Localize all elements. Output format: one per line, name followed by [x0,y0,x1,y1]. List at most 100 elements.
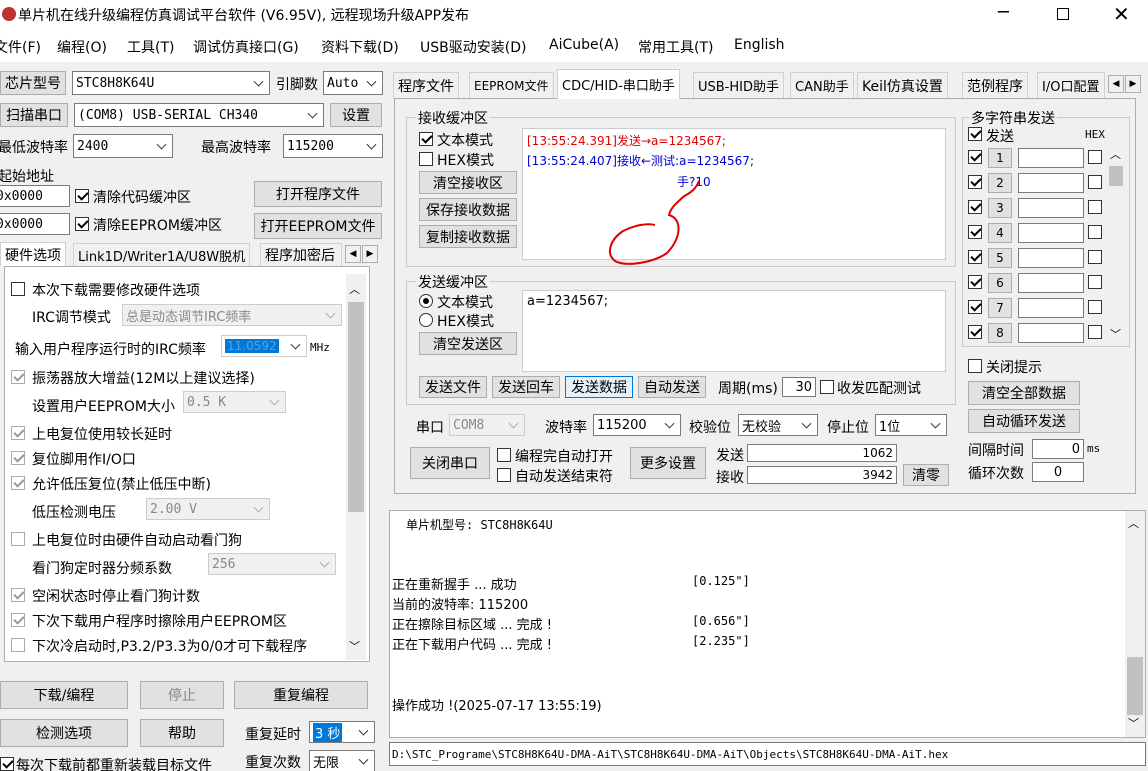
close-tip-checkbox[interactable] [968,359,982,373]
close-icon[interactable]: ✕ [1113,2,1130,26]
multi-row-send-button[interactable]: 4 [988,223,1012,243]
repeat-program-button[interactable]: 重复编程 [234,681,368,709]
code-address-input[interactable]: 0x0000 [0,185,70,207]
log-scroll-up-icon[interactable]: ︿ [1128,515,1139,531]
clear-count-button[interactable]: 清零 [903,464,949,486]
tab-right-arrow[interactable]: ▶ [362,245,378,263]
open-eeprom-button[interactable]: 打开EEPROM文件 [254,213,382,239]
interval-input[interactable]: 0 [1032,439,1084,459]
eeprom-size-select[interactable]: 0.5 K [183,391,286,413]
save-receive-button[interactable]: 保存接收数据 [419,198,517,221]
menu-usb[interactable]: USB驱动安装(D) [420,37,526,57]
tab-cdc-hid-serial[interactable]: CDC/HID-串口助手 [557,69,680,99]
tab-usb-hid[interactable]: USB-HID助手 [693,72,784,98]
loop-count-input[interactable]: 0 [1032,462,1084,482]
parity-select[interactable]: 无校验 [738,414,818,436]
send-data-button[interactable]: 发送数据 [565,376,633,398]
multi-row-send-button[interactable]: 7 [988,298,1012,318]
multi-row-hex-checkbox[interactable] [1088,150,1102,164]
multi-row-hex-checkbox[interactable] [1088,200,1102,214]
period-input[interactable]: 30 [782,377,816,397]
port-select[interactable]: (COM8) USB-SERIAL CH340 [74,103,324,127]
chip-type-button[interactable]: 芯片型号 [0,71,66,95]
multi-row-checkbox[interactable] [968,150,982,164]
menu-common[interactable]: 常用工具(T) [638,37,713,57]
open-program-button[interactable]: 打开程序文件 [254,181,382,207]
send-file-button[interactable]: 发送文件 [419,376,487,398]
log-scroll-thumb[interactable] [1127,657,1143,715]
right-tab-right-arrow[interactable]: ▶ [1125,75,1141,93]
clear-eeprom-checkbox[interactable] [75,217,89,231]
settings-button[interactable]: 设置 [330,103,382,127]
multi-row-input[interactable] [1018,198,1084,218]
multi-row-checkbox[interactable] [968,325,982,339]
tab-eeprom-file[interactable]: EEPROM文件 [469,72,554,98]
multi-row-checkbox[interactable] [968,275,982,289]
maximize-icon[interactable] [1057,8,1069,20]
baud-select[interactable]: 115200 [593,414,681,436]
tab-hardware[interactable]: 硬件选项 [0,242,66,266]
close-port-button[interactable]: 关闭串口 [410,447,490,479]
log-scroll-down-icon[interactable]: ﹀ [1128,715,1139,731]
repeat-count-select[interactable]: 无限 [309,750,375,771]
multi-row-input[interactable] [1018,298,1084,318]
multi-scroll-down-icon[interactable]: ﹀ [1110,326,1121,342]
tab-io-config[interactable]: I/O口配置 [1037,72,1105,98]
multi-row-checkbox[interactable] [968,225,982,239]
port-select-serial[interactable]: COM8 [449,414,525,436]
check-options-button[interactable]: 检测选项 [0,719,128,747]
multi-send-all-checkbox[interactable] [968,127,982,141]
clear-all-button[interactable]: 清空全部数据 [968,381,1080,405]
multi-scroll-thumb[interactable] [1109,166,1123,186]
multi-row-hex-checkbox[interactable] [1088,175,1102,189]
scroll-down-icon[interactable]: ﹀ [349,638,360,654]
wdt-auto-checkbox[interactable] [11,532,25,546]
menu-aicube[interactable]: AiCube(A) [549,37,619,53]
irc-freq-select[interactable]: 11.0592 [221,335,307,357]
multi-row-hex-checkbox[interactable] [1088,300,1102,314]
auto-open-checkbox[interactable] [497,448,511,462]
auto-loop-button[interactable]: 自动循环发送 [968,409,1080,433]
multi-row-hex-checkbox[interactable] [1088,275,1102,289]
long-delay-checkbox[interactable] [11,426,25,440]
send-enter-button[interactable]: 发送回车 [492,376,560,398]
scroll-up-icon[interactable]: ︿ [349,281,360,297]
copy-receive-button[interactable]: 复制接收数据 [419,225,517,248]
download-button[interactable]: 下载/编程 [0,681,128,709]
minimize-icon[interactable]: ─ [998,2,1009,23]
multi-row-send-button[interactable]: 6 [988,273,1012,293]
hardware-scroll-thumb[interactable] [348,302,364,512]
min-baud-select[interactable]: 2400 [73,134,173,158]
osc-gain-checkbox[interactable] [11,370,25,384]
multi-row-send-button[interactable]: 2 [988,173,1012,193]
reload-checkbox[interactable] [0,757,14,771]
menu-download[interactable]: 资料下载(D) [321,37,399,57]
more-settings-button[interactable]: 更多设置 [630,447,706,479]
auto-send-button[interactable]: 自动发送 [638,376,706,398]
help-button[interactable]: 帮助 [140,719,224,747]
clear-receive-button[interactable]: 清空接收区 [419,171,517,194]
multi-row-input[interactable] [1018,248,1084,268]
tab-left-arrow[interactable]: ◀ [345,245,361,263]
multi-row-send-button[interactable]: 8 [988,323,1012,343]
recv-text-mode-checkbox[interactable] [419,132,433,146]
multi-row-hex-checkbox[interactable] [1088,325,1102,339]
multi-row-input[interactable] [1018,223,1084,243]
multi-row-send-button[interactable]: 5 [988,248,1012,268]
p32-checkbox[interactable] [11,638,25,652]
multi-row-hex-checkbox[interactable] [1088,225,1102,239]
pin-count-select[interactable]: Auto [323,71,383,95]
multi-row-input[interactable] [1018,323,1084,343]
multi-row-checkbox[interactable] [968,250,982,264]
send-textarea[interactable]: a=1234567; [522,290,946,372]
receive-textarea[interactable]: [13:55:24.391]发送→a=1234567; [13:55:24.40… [522,128,946,265]
tab-program-file[interactable]: 程序文件 [393,72,459,98]
menu-english[interactable]: English [734,37,785,53]
menu-tools[interactable]: 工具(T) [127,37,174,57]
max-baud-select[interactable]: 115200 [283,134,383,158]
tab-encrypt[interactable]: 程序加密后 [260,243,342,266]
clear-send-button[interactable]: 清空发送区 [419,332,517,355]
lvd-voltage-select[interactable]: 2.00 V [146,498,270,520]
multi-row-send-button[interactable]: 1 [988,148,1012,168]
tab-link1d[interactable]: Link1D/Writer1A/U8W脱机 [73,243,251,266]
